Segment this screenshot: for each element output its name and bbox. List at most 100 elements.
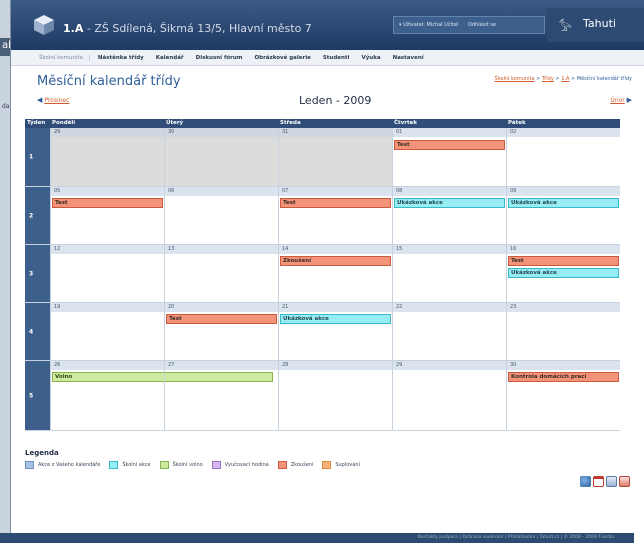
legend: Akce z Vašeho kalendáře Školní akce Škol… (25, 461, 369, 469)
legend-swatch (159, 461, 169, 469)
calendar-icon[interactable] (619, 476, 630, 487)
day-number: 30 (165, 128, 278, 137)
legend-label: Akce z Vašeho kalendáře (38, 462, 101, 468)
day-cell[interactable]: 29 (392, 361, 506, 430)
arrow-right-icon: ▶ (626, 96, 632, 104)
calendar-event[interactable]: Test (394, 140, 505, 150)
prev-month-link[interactable]: ◀ Prosinec (37, 96, 69, 104)
day-cell[interactable]: 02 (506, 128, 620, 186)
day-cell[interactable]: 30 (164, 128, 278, 186)
breadcrumb-classes[interactable]: Třídy (542, 76, 554, 82)
calendar-week-row: 3 12 13 14 Zkoušení 15 16 Test Ukázková … (25, 245, 620, 303)
legend-label: Suplování (335, 462, 360, 468)
day-cell[interactable]: 09 Ukázková akce (506, 187, 620, 244)
calendar-event[interactable]: Ukázková akce (394, 198, 505, 208)
calendar-event[interactable]: Kontrola domácích prací (508, 372, 619, 382)
nav-home[interactable]: Školní komunita (39, 54, 90, 61)
month-navigation: ◀ Prosinec Leden - 2009 Únor ▶ (11, 92, 644, 110)
header-thursday: Čtvrtek (394, 120, 417, 126)
legend-swatch (211, 461, 221, 469)
day-cell[interactable]: 30 Kontrola domácích prací (506, 361, 620, 430)
breadcrumb: Školní komunita > Třídy > 1.A > Měsíční … (494, 76, 632, 82)
calendar-event[interactable]: Ukázková akce (508, 198, 619, 208)
week-number: 4 (25, 303, 50, 360)
breadcrumb-current: Měsíční kalendář třídy (576, 76, 632, 82)
day-cell[interactable]: 20 Test (164, 303, 278, 360)
day-number: 08 (393, 187, 506, 196)
day-cell[interactable]: 23 (506, 303, 620, 360)
header-wednesday: Středa (280, 120, 301, 126)
day-cell[interactable]: 13 (164, 245, 278, 302)
day-cell[interactable]: 06 (164, 187, 278, 244)
day-number: 27 (165, 361, 278, 370)
day-number: 31 (279, 128, 392, 137)
calendar-week-row: 5 26 Volno 27 28 29 30 Kontrola domácích… (25, 361, 620, 431)
day-cell[interactable]: 15 (392, 245, 506, 302)
next-month-label: Únor (610, 97, 625, 104)
page-header: Měsíční kalendář třídy Školní komunita >… (11, 66, 644, 92)
day-number: 16 (507, 245, 620, 254)
day-cell[interactable]: 31 (278, 128, 392, 186)
day-cell[interactable]: 14 Zkoušení (278, 245, 392, 302)
day-cell[interactable]: 26 Volno (50, 361, 273, 430)
week-number: 2 (25, 187, 50, 244)
calendar-event[interactable]: Test (280, 198, 391, 208)
header-tuesday: Úterý (166, 120, 184, 126)
next-month-link[interactable]: Únor ▶ (610, 96, 632, 104)
prev-month-label: Prosinec (44, 97, 70, 104)
legend-item: Školní volno (159, 461, 203, 469)
legend-title: Legenda (25, 449, 59, 457)
day-number: 28 (279, 361, 392, 370)
calendar-week-row: 4 19 20 Test 21 Ukázková akce 22 23 (25, 303, 620, 361)
legend-label: Školní volno (172, 462, 203, 468)
day-cell[interactable]: 21 Ukázková akce (278, 303, 392, 360)
legend-swatch (25, 461, 34, 469)
day-cell[interactable]: 16 Test Ukázková akce (506, 245, 620, 302)
legend-item: Akce z Vašeho kalendáře (25, 461, 100, 469)
day-cell[interactable]: 28 (278, 361, 392, 430)
nav-forum[interactable]: Diskusní fórum (196, 55, 243, 61)
day-number: 13 (165, 245, 278, 254)
day-number: 12 (51, 245, 164, 254)
breadcrumb-community[interactable]: Školní komunita (495, 76, 535, 82)
nav-galleries[interactable]: Obrázkové galerie (254, 55, 310, 61)
day-number: 29 (51, 128, 164, 137)
calendar-event[interactable]: Zkoušení (280, 256, 391, 266)
day-cell[interactable]: 27 (164, 361, 278, 430)
user-menu[interactable]: ▾ Uživatel: Michal Učitel (399, 22, 458, 28)
day-number: 19 (51, 303, 164, 312)
nav-calendar[interactable]: Kalendář (156, 55, 184, 61)
week-number: 1 (25, 128, 50, 186)
brand[interactable]: 𓅞 Tahuti (547, 8, 644, 42)
export-icon[interactable] (606, 476, 617, 487)
day-number: 14 (279, 245, 392, 254)
nav-board[interactable]: Nástěnka třídy (98, 55, 144, 61)
globe-icon[interactable] (580, 476, 591, 487)
day-cell[interactable]: 08 Ukázková akce (392, 187, 506, 244)
week-number: 3 (25, 245, 50, 302)
day-cell[interactable]: 01 Test (392, 128, 506, 186)
pdf-icon[interactable] (593, 476, 604, 487)
day-cell[interactable]: 05 Test (50, 187, 164, 244)
logout-link[interactable]: Odhlásit se (468, 22, 496, 28)
day-cell[interactable]: 19 (50, 303, 164, 360)
legend-item: Suplování (322, 461, 360, 469)
day-cell[interactable]: 29 (50, 128, 164, 186)
ibis-logo-icon: 𓅞 (559, 20, 572, 34)
nav-students[interactable]: Studenti (323, 55, 350, 61)
day-number: 30 (507, 361, 620, 370)
calendar-event[interactable]: Ukázková akce (508, 268, 619, 278)
nav-teaching[interactable]: Výuka (361, 55, 380, 61)
calendar-header: Týden Pondělí Úterý Středa Čtvrtek Pátek (25, 119, 620, 128)
nav-settings[interactable]: Nastavení (393, 55, 424, 61)
day-cell[interactable]: 22 (392, 303, 506, 360)
calendar-event[interactable]: Test (52, 198, 163, 208)
day-cell[interactable]: 07 Test (278, 187, 392, 244)
day-number: 02 (507, 128, 620, 137)
logo-cube-icon (34, 15, 54, 35)
calendar-event[interactable]: Test (166, 314, 277, 324)
day-cell[interactable]: 12 (50, 245, 164, 302)
calendar-event[interactable]: Test (508, 256, 619, 266)
calendar-event[interactable]: Ukázková akce (280, 314, 391, 324)
app-header: 1.A - ZŠ Sdílená, Šikmá 13/5, Hlavní měs… (11, 0, 644, 50)
